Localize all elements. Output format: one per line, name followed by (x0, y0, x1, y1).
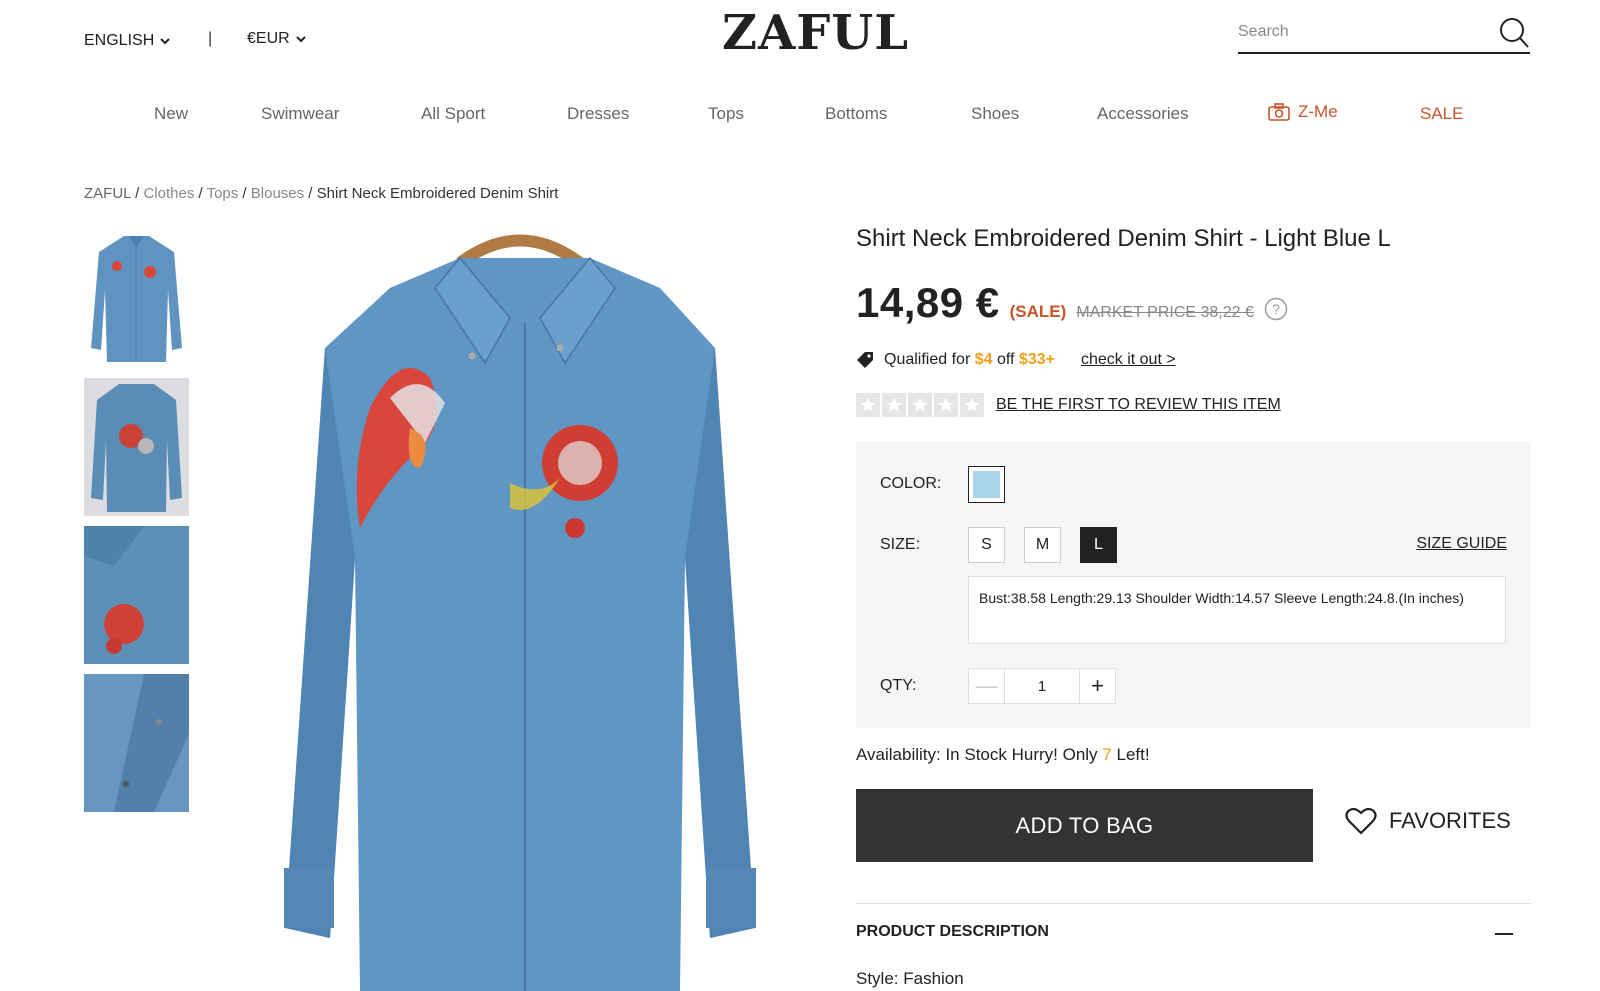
rating-stars (856, 393, 984, 417)
options-panel: COLOR: SIZE: S M L SIZE GUIDE Bust:38.58… (856, 442, 1531, 728)
breadcrumb-tops[interactable]: Tops (207, 185, 239, 202)
favorites-label: FAVORITES (1389, 808, 1511, 833)
search-bar (1238, 16, 1530, 54)
size-option-s[interactable]: S (968, 527, 1005, 563)
shirt-front-thumb-image (91, 236, 182, 362)
color-swatch-fill (973, 471, 1000, 498)
qty-increase-button[interactable]: + (1079, 668, 1116, 704)
description-divider (856, 903, 1531, 904)
breadcrumb-separator: / (304, 185, 317, 202)
qty-decrease-button[interactable]: — (968, 668, 1005, 704)
nav-item-all-sport[interactable]: All Sport (421, 104, 485, 124)
svg-text:?: ? (1272, 301, 1280, 317)
breadcrumb-current: Shirt Neck Embroidered Denim Shirt (316, 185, 559, 202)
promo-check-link[interactable]: check it out > (1081, 351, 1176, 369)
quantity-stepper: — + (968, 668, 1116, 704)
size-guide-link[interactable]: SIZE GUIDE (1416, 535, 1507, 553)
price-tag-icon (857, 352, 873, 368)
search-input[interactable] (1238, 16, 1488, 48)
thumbnail-back[interactable] (84, 378, 189, 516)
breadcrumb-blouses[interactable]: Blouses (251, 185, 304, 202)
help-icon[interactable]: ? (1264, 297, 1288, 321)
main-nav: New Swimwear All Sport Dresses Tops Bott… (0, 102, 1600, 128)
color-label: COLOR: (880, 475, 942, 492)
nav-item-sale[interactable]: SALE (1420, 104, 1463, 124)
breadcrumb-separator: / (194, 185, 207, 202)
description-heading: PRODUCT DESCRIPTION (856, 923, 1049, 940)
search-icon[interactable] (1498, 16, 1530, 50)
qty-label: QTY: (880, 677, 917, 694)
currency-label: €EUR (247, 30, 290, 47)
chevron-down-icon (160, 38, 170, 45)
star-icon (960, 393, 984, 417)
sale-tag: (SALE) (1009, 302, 1067, 321)
breadcrumb-separator: / (130, 185, 144, 202)
promo-threshold: $33+ (1018, 351, 1055, 368)
currency-selector[interactable]: €EUR (247, 30, 306, 48)
heart-icon (1345, 807, 1377, 835)
header-divider: | (208, 30, 213, 47)
star-icon (934, 393, 958, 417)
language-selector[interactable]: ENGLISH (84, 32, 170, 50)
main-product-image[interactable] (210, 228, 790, 991)
description-header[interactable]: PRODUCT DESCRIPTION (856, 923, 1531, 941)
size-option-l[interactable]: L (1080, 527, 1117, 563)
thumbnail-front[interactable] (84, 230, 189, 368)
market-price: MARKET PRICE 38,22 € (1076, 304, 1254, 321)
thumbnail-list (84, 230, 189, 822)
star-icon (856, 393, 880, 417)
denim-shirt-image (284, 234, 756, 991)
nav-item-tops[interactable]: Tops (708, 104, 744, 124)
breadcrumb: ZAFUL / Clothes / Tops / Blouses / Shirt… (84, 185, 558, 202)
review-row: BE THE FIRST TO REVIEW THIS ITEM (856, 393, 1281, 417)
site-logo[interactable]: ZAFUL (722, 5, 909, 61)
stock-count: 7 (1102, 745, 1112, 764)
qty-input[interactable] (1005, 668, 1079, 704)
shirt-collar-thumb-image (84, 526, 189, 664)
product-info: Shirt Neck Embroidered Denim Shirt - Lig… (856, 225, 1531, 988)
star-icon (882, 393, 906, 417)
thumbnail-detail-collar[interactable] (84, 526, 189, 664)
product-title: Shirt Neck Embroidered Denim Shirt - Lig… (856, 225, 1391, 252)
price-row: 14,89 € (SALE) MARKET PRICE 38,22 € ? (856, 279, 1288, 327)
nav-item-swimwear[interactable]: Swimwear (261, 104, 339, 124)
promo-row: Qualified for $4 off $33+ check it out > (856, 351, 1176, 369)
promo-prefix: Qualified for (884, 351, 971, 368)
nav-zme-label: Z-Me (1298, 102, 1338, 121)
header: ENGLISH | €EUR ZAFUL (0, 0, 1600, 80)
nav-item-dresses[interactable]: Dresses (567, 104, 629, 124)
size-option-m[interactable]: M (1024, 527, 1061, 563)
breadcrumb-separator: / (238, 185, 251, 202)
breadcrumb-clothes[interactable]: Clothes (143, 185, 194, 202)
promo-off: off (996, 351, 1015, 368)
add-to-bag-button[interactable]: ADD TO BAG (856, 789, 1313, 862)
size-measurements: Bust:38.58 Length:29.13 Shoulder Width:1… (968, 576, 1506, 644)
shirt-back-thumb-image (91, 384, 182, 512)
description-style: Style: Fashion (856, 969, 964, 988)
size-label: SIZE: (880, 536, 921, 553)
nav-item-new[interactable]: New (154, 104, 188, 124)
product-price: 14,89 € (856, 279, 1000, 326)
promo-text: Qualified for $4 off $33+ (884, 351, 1055, 369)
nav-item-zme[interactable]: Z-Me (1268, 102, 1338, 122)
favorites-button[interactable]: FAVORITES (1345, 807, 1511, 835)
availability: Availability: In Stock Hurry! Only 7 Lef… (856, 745, 1150, 765)
availability-prefix: Availability: In Stock Hurry! Only (856, 745, 1098, 764)
color-swatch-light-blue[interactable] (968, 466, 1005, 503)
collapse-icon[interactable] (1495, 933, 1513, 935)
chevron-down-icon (295, 36, 306, 43)
thumbnail-detail-cuff[interactable] (84, 674, 189, 812)
nav-item-bottoms[interactable]: Bottoms (825, 104, 887, 124)
language-label: ENGLISH (84, 32, 155, 49)
promo-amount: $4 (974, 351, 993, 368)
nav-item-accessories[interactable]: Accessories (1097, 104, 1189, 124)
shirt-cuff-thumb-image (84, 674, 189, 812)
first-review-link[interactable]: BE THE FIRST TO REVIEW THIS ITEM (996, 396, 1281, 414)
availability-suffix: Left! (1116, 745, 1150, 764)
breadcrumb-home[interactable]: ZAFUL (84, 185, 131, 202)
camera-icon (1268, 103, 1290, 121)
star-icon (908, 393, 932, 417)
nav-item-shoes[interactable]: Shoes (971, 104, 1019, 124)
